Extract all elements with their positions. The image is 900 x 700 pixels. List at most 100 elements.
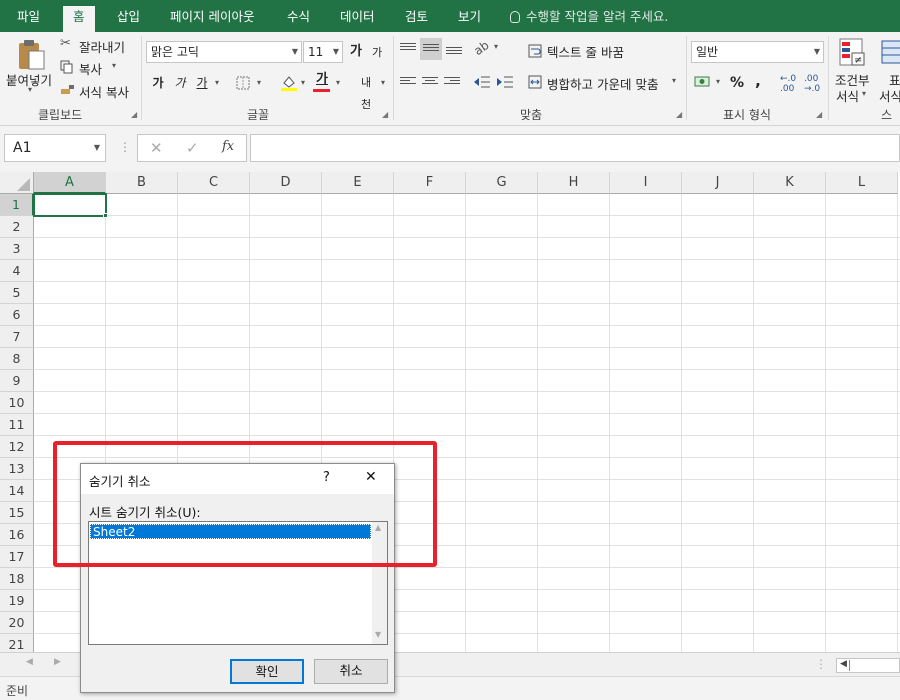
font-launcher-icon[interactable]: ◢	[382, 110, 388, 119]
row-header[interactable]: 5	[0, 282, 34, 304]
merge-center-button[interactable]: 병합하고 가운데 맞춤	[547, 74, 658, 93]
column-header[interactable]: H	[538, 172, 610, 194]
scroll-right-icon[interactable]: ▶	[54, 657, 61, 667]
copy-dropdown-icon[interactable]: ▾	[112, 61, 116, 70]
align-middle-icon[interactable]	[420, 38, 442, 60]
row-header[interactable]: 4	[0, 260, 34, 282]
copy-button[interactable]: 복사	[79, 59, 102, 78]
more-options-icon[interactable]: ⋮	[119, 140, 131, 154]
font-size-combo[interactable]: 11 ▼	[303, 41, 343, 63]
row-header[interactable]: 6	[0, 304, 34, 326]
paste-icon[interactable]	[14, 38, 48, 72]
row-header[interactable]: 14	[0, 480, 34, 502]
border-dropdown-icon[interactable]: ▾	[254, 72, 264, 94]
scrollbar-thumb[interactable]	[849, 660, 899, 671]
row-header[interactable]: 2	[0, 216, 34, 238]
align-right-icon[interactable]	[444, 75, 460, 91]
row-header[interactable]: 13	[0, 458, 34, 480]
row-header[interactable]: 21	[0, 634, 34, 652]
number-launcher-icon[interactable]: ◢	[816, 110, 822, 119]
phonetic-dropdown-icon[interactable]: ▾	[378, 72, 388, 94]
orientation-dropdown-icon[interactable]: ▾	[494, 42, 498, 51]
row-header[interactable]: 3	[0, 238, 34, 260]
row-header[interactable]: 16	[0, 524, 34, 546]
insert-function-icon[interactable]: fx	[222, 139, 234, 154]
wrap-text-button[interactable]: 텍스트 줄 바꿈	[547, 42, 624, 61]
confirm-entry-icon[interactable]: ✓	[186, 139, 199, 157]
column-header[interactable]: G	[466, 172, 538, 194]
cancel-button[interactable]: 취소	[314, 659, 388, 684]
shrink-font-button[interactable]: 가	[369, 42, 385, 64]
tab-review[interactable]: 검토	[405, 0, 428, 32]
align-top-icon[interactable]	[400, 40, 416, 56]
column-header[interactable]: C	[178, 172, 250, 194]
conditional-dropdown-icon[interactable]: ▾	[862, 89, 866, 98]
border-icon[interactable]	[236, 76, 250, 90]
column-header[interactable]: E	[322, 172, 394, 194]
decrease-decimal-icon[interactable]: .00 →.0	[804, 74, 820, 94]
align-center-icon[interactable]	[422, 75, 438, 91]
conditional-formatting-icon[interactable]: ≠	[838, 37, 868, 69]
tab-insert[interactable]: 삽입	[117, 0, 140, 32]
alignment-launcher-icon[interactable]: ◢	[676, 110, 682, 119]
horizontal-scrollbar[interactable]: ◀	[836, 658, 900, 673]
column-header[interactable]: J	[682, 172, 754, 194]
increase-indent-icon[interactable]	[496, 74, 514, 90]
phonetic-button[interactable]: 내천	[356, 72, 376, 111]
font-color-button[interactable]: 가	[313, 69, 331, 91]
column-header[interactable]: K	[754, 172, 826, 194]
grow-font-button[interactable]: 가	[347, 41, 365, 63]
conditional-formatting-line2[interactable]: 서식	[836, 86, 859, 105]
row-header[interactable]: 1	[0, 194, 34, 216]
row-header[interactable]: 15	[0, 502, 34, 524]
row-header[interactable]: 19	[0, 590, 34, 612]
row-header[interactable]: 18	[0, 568, 34, 590]
increase-decimal-icon[interactable]: ←.0.00	[780, 74, 796, 94]
comma-button[interactable]: ,	[752, 70, 764, 92]
align-bottom-icon[interactable]	[446, 40, 462, 56]
column-header[interactable]: F	[394, 172, 466, 194]
italic-button[interactable]: 가	[172, 72, 188, 94]
row-header[interactable]: 10	[0, 392, 34, 414]
fill-color-icon[interactable]	[280, 74, 298, 92]
row-header[interactable]: 20	[0, 612, 34, 634]
fill-color-dropdown-icon[interactable]: ▾	[298, 72, 308, 94]
align-left-icon[interactable]	[400, 75, 416, 91]
cut-button[interactable]: 잘라내기	[79, 37, 125, 56]
tab-file[interactable]: 파일	[17, 0, 40, 32]
row-header[interactable]: 11	[0, 414, 34, 436]
select-all-corner[interactable]	[0, 172, 34, 194]
orientation-icon[interactable]: ab	[471, 38, 491, 58]
tab-formulas[interactable]: 수식	[287, 0, 310, 32]
number-format-combo[interactable]: 일반 ▼	[691, 41, 824, 63]
format-as-table-line2[interactable]: 서식	[879, 86, 900, 105]
scroll-left-icon[interactable]: ◀	[840, 659, 847, 669]
row-header[interactable]: 12	[0, 436, 34, 458]
active-cell-a1[interactable]	[33, 193, 107, 217]
row-header[interactable]: 7	[0, 326, 34, 348]
format-painter-button[interactable]: 서식 복사	[79, 82, 129, 101]
tab-view[interactable]: 보기	[458, 0, 481, 32]
tell-me-box[interactable]: 수행할 작업을 알려 주세요.	[510, 0, 668, 32]
bold-button[interactable]: 가	[150, 72, 166, 94]
tab-home[interactable]: 홈	[63, 6, 95, 32]
currency-icon[interactable]	[694, 75, 712, 89]
merge-dropdown-icon[interactable]: ▾	[672, 76, 676, 85]
decrease-indent-icon[interactable]	[473, 74, 491, 90]
column-header[interactable]: L	[826, 172, 898, 194]
row-header[interactable]: 17	[0, 546, 34, 568]
row-header[interactable]: 9	[0, 370, 34, 392]
column-header[interactable]: I	[610, 172, 682, 194]
format-as-table-icon[interactable]	[880, 37, 900, 69]
column-header[interactable]: B	[106, 172, 178, 194]
tab-data[interactable]: 데이터	[340, 0, 375, 32]
paste-dropdown-icon[interactable]: ▾	[28, 85, 32, 94]
underline-dropdown-icon[interactable]: ▾	[212, 72, 222, 94]
scroll-left-icon[interactable]: ◀	[26, 657, 33, 667]
column-header[interactable]: A	[34, 172, 106, 194]
formula-input[interactable]	[250, 134, 900, 162]
cancel-entry-icon[interactable]: ✕	[150, 139, 163, 157]
clipboard-launcher-icon[interactable]: ◢	[131, 110, 137, 119]
fill-handle[interactable]	[103, 213, 108, 218]
chevron-down-icon[interactable]: ▼	[94, 135, 100, 161]
